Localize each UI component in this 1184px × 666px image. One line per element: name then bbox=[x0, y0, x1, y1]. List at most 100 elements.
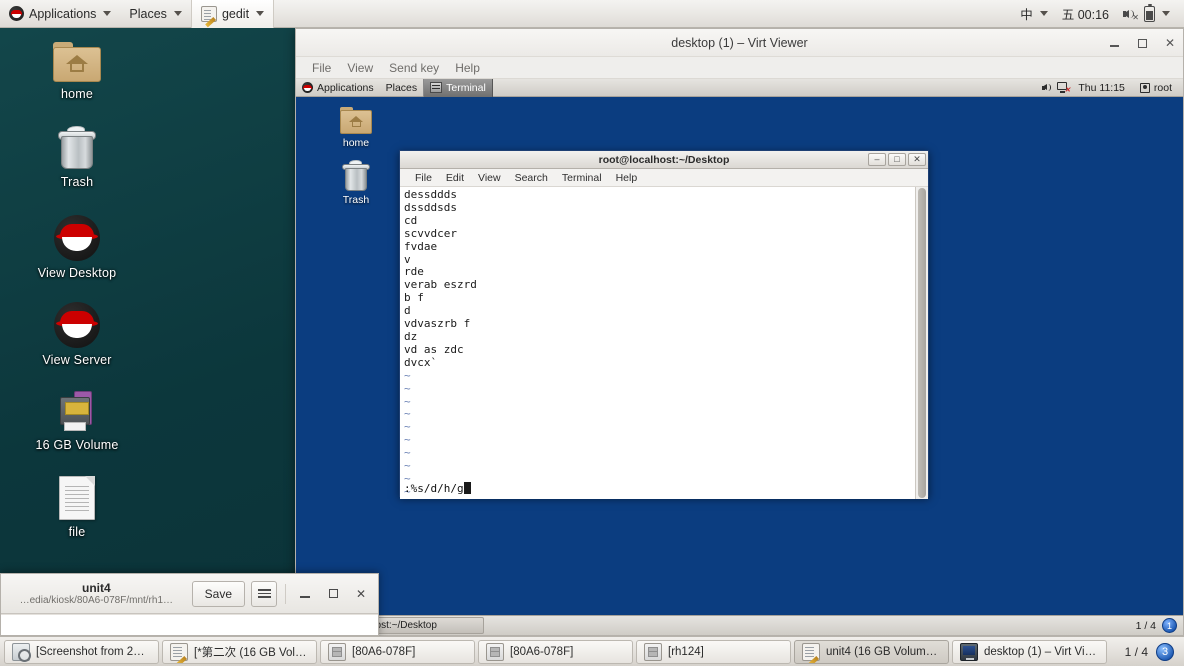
input-method-label: 中 bbox=[1020, 8, 1033, 22]
terminal-empty-line-marker: ~ bbox=[404, 420, 411, 434]
desktop-icon-label: 16 GB Volume bbox=[35, 438, 119, 452]
places-menu[interactable]: Places bbox=[120, 0, 191, 28]
vm-window-menu-terminal[interactable]: Terminal bbox=[423, 79, 493, 97]
vm-workspace-switcher[interactable]: 1 / 4 1 bbox=[1136, 618, 1183, 633]
desktop-icon-label: Trash bbox=[60, 175, 94, 189]
terminal-titlebar[interactable]: root@localhost:~/Desktop – □ ✕ bbox=[400, 151, 928, 169]
gedit-window[interactable]: unit4 …edia/kiosk/80A6-078F/mnt/rh1… Sav… bbox=[0, 573, 379, 636]
taskbar-item-label: unit4 (16 GB Volum… bbox=[826, 645, 938, 658]
terminal-line: scvvdcer bbox=[404, 226, 457, 240]
desktop-icon-file[interactable]: file bbox=[17, 476, 137, 539]
taskbar-item-rh124[interactable]: [rh124] bbox=[636, 639, 791, 664]
menu-item-view[interactable]: View bbox=[471, 172, 508, 184]
gedit-headerbar[interactable]: unit4 …edia/kiosk/80A6-078F/mnt/rh1… Sav… bbox=[1, 574, 378, 614]
terminal-window[interactable]: root@localhost:~/Desktop – □ ✕ File Edit… bbox=[399, 150, 929, 499]
desktop-icon-home[interactable]: home bbox=[17, 42, 137, 101]
minimize-button[interactable] bbox=[294, 581, 316, 607]
speaker-icon[interactable] bbox=[1042, 82, 1054, 93]
input-method-indicator[interactable]: 中 bbox=[1014, 0, 1054, 28]
terminal-scrollbar[interactable] bbox=[915, 187, 928, 499]
terminal-empty-line-marker: ~ bbox=[404, 433, 411, 447]
terminal-text-buffer[interactable]: dessddds dssddsds cd scvvdcer fvdae v rde verab… bbox=[400, 187, 915, 499]
terminal-line: b f bbox=[404, 291, 424, 305]
vm-places-menu[interactable]: Places bbox=[380, 79, 424, 97]
menu-item-file[interactable]: File bbox=[408, 172, 439, 184]
scrollbar-thumb[interactable] bbox=[918, 188, 926, 498]
vm-pager-label: 1 / 4 bbox=[1135, 619, 1156, 632]
system-status-menu[interactable]: ✕ bbox=[1117, 0, 1176, 28]
taskbar-item-gedit-second[interactable]: [*第二次 (16 GB Vol… bbox=[162, 639, 317, 664]
host-workspace-switcher[interactable]: 1 / 4 3 bbox=[1124, 642, 1180, 661]
taskbar-item-label: [80A6-078F] bbox=[510, 645, 574, 658]
desktop-icon-view-server[interactable]: View Server bbox=[17, 302, 137, 367]
screenshot-icon bbox=[12, 642, 31, 662]
minimize-button[interactable] bbox=[1107, 36, 1121, 50]
menu-item-help[interactable]: Help bbox=[609, 172, 645, 184]
clock[interactable]: 五 00:16 bbox=[1056, 0, 1115, 28]
terminal-line: dz bbox=[404, 329, 418, 343]
maximize-button[interactable] bbox=[322, 581, 344, 607]
maximize-button[interactable]: □ bbox=[888, 153, 906, 166]
virt-viewer-titlebar[interactable]: desktop (1) – Virt Viewer ✕ bbox=[296, 29, 1183, 57]
desktop-icon-label: View Server bbox=[42, 353, 112, 367]
host-top-panel: Applications Places gedit 中 五 00:16 ✕ bbox=[0, 0, 1184, 28]
taskbar-item-label: [80A6-078F] bbox=[352, 645, 416, 658]
close-button[interactable]: ✕ bbox=[350, 581, 372, 607]
vm-desktop-icon-trash[interactable]: Trash bbox=[318, 160, 394, 206]
gedit-text-area[interactable] bbox=[1, 614, 378, 635]
menu-item-edit[interactable]: Edit bbox=[439, 172, 471, 184]
save-button[interactable]: Save bbox=[191, 580, 245, 607]
taskbar-item-unit4[interactable]: unit4 (16 GB Volum… bbox=[794, 639, 949, 664]
vm-applications-label: Applications bbox=[317, 81, 374, 94]
gedit-icon bbox=[170, 642, 188, 661]
vm-user-menu[interactable]: root bbox=[1134, 79, 1178, 97]
menu-item-help[interactable]: Help bbox=[447, 61, 488, 75]
drive-icon bbox=[486, 642, 504, 661]
terminal-title: root@localhost:~/Desktop bbox=[598, 153, 730, 166]
chevron-down-icon bbox=[1162, 11, 1170, 16]
terminal-empty-line-marker: ~ bbox=[404, 459, 411, 473]
host-workspace-badge[interactable]: 3 bbox=[1156, 642, 1174, 661]
close-button[interactable]: ✕ bbox=[1163, 36, 1177, 50]
gedit-icon bbox=[200, 5, 217, 22]
menu-item-view[interactable]: View bbox=[339, 61, 381, 75]
terminal-content[interactable]: dessddds dssddsds cd scvvdcer fvdae v rde verab… bbox=[400, 187, 928, 499]
vm-display-area[interactable]: Applications Places Terminal ✕ Thu 11:15… bbox=[296, 79, 1183, 635]
virt-viewer-window[interactable]: desktop (1) – Virt Viewer ✕ File View Se… bbox=[295, 28, 1184, 636]
desktop-icon-16gb-volume[interactable]: 16 GB Volume bbox=[17, 389, 137, 452]
minimize-button[interactable]: – bbox=[868, 153, 886, 166]
menu-item-file[interactable]: File bbox=[304, 61, 339, 75]
host-pager-label: 1 / 4 bbox=[1124, 644, 1148, 659]
host-taskbar: [Screenshot from 20… [*第二次 (16 GB Vol… [… bbox=[0, 636, 1184, 666]
network-disconnected-icon[interactable]: ✕ bbox=[1057, 82, 1070, 94]
desktop-icon-label: home bbox=[60, 87, 94, 101]
menu-item-sendkey[interactable]: Send key bbox=[381, 61, 447, 75]
terminal-line: cd bbox=[404, 213, 418, 227]
places-menu-label: Places bbox=[129, 6, 167, 21]
vm-clock[interactable]: Thu 11:15 bbox=[1072, 79, 1131, 97]
terminal-line: v bbox=[404, 252, 411, 266]
taskbar-item-screenshot[interactable]: [Screenshot from 20… bbox=[4, 639, 159, 664]
menu-item-terminal[interactable]: Terminal bbox=[555, 172, 609, 184]
close-button[interactable]: ✕ bbox=[908, 153, 926, 166]
vm-desktop-icon-home[interactable]: home bbox=[318, 107, 394, 149]
applications-menu-label: Applications bbox=[29, 6, 97, 21]
desktop-icon-label: file bbox=[68, 525, 86, 539]
taskbar-item-label: [*第二次 (16 GB Vol… bbox=[194, 646, 307, 659]
desktop-icon-trash[interactable]: Trash bbox=[17, 126, 137, 189]
vm-workspace-badge[interactable]: 1 bbox=[1162, 618, 1177, 633]
menu-item-search[interactable]: Search bbox=[508, 172, 555, 184]
taskbar-item-drive-80a6-1[interactable]: [80A6-078F] bbox=[320, 639, 475, 664]
hamburger-menu-icon[interactable] bbox=[251, 580, 277, 607]
divider bbox=[285, 583, 286, 604]
applications-menu[interactable]: Applications bbox=[0, 0, 120, 28]
vm-applications-menu[interactable]: Applications bbox=[296, 79, 380, 97]
desktop-icon-view-desktop[interactable]: View Desktop bbox=[17, 215, 137, 280]
trash-icon bbox=[342, 160, 370, 191]
taskbar-item-virt-viewer[interactable]: desktop (1) – Virt Vi… bbox=[952, 639, 1107, 664]
terminal-line: dessddds bbox=[404, 188, 457, 201]
active-app-menu-gedit[interactable]: gedit bbox=[190, 0, 275, 28]
home-folder-icon bbox=[340, 107, 372, 134]
maximize-button[interactable] bbox=[1135, 36, 1149, 50]
taskbar-item-drive-80a6-2[interactable]: [80A6-078F] bbox=[478, 639, 633, 664]
